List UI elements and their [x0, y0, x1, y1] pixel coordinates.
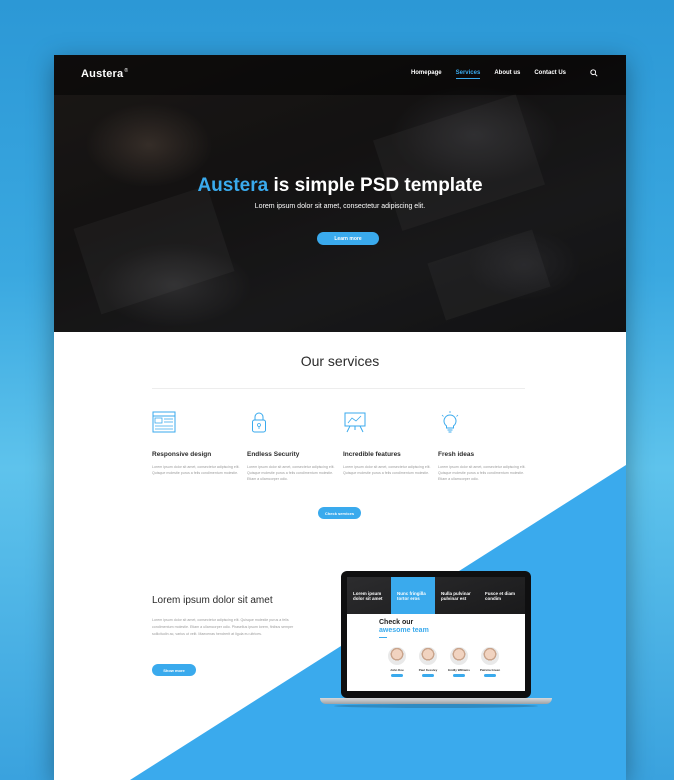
nav-link-homepage[interactable]: Homepage: [411, 70, 442, 79]
screen-column-text: Fusce et diam condim: [485, 591, 516, 601]
laptop-mockup: Lorem ipsum dolor sit amet Nunc fringill…: [341, 571, 531, 698]
hero-subtitle: Lorem ipsum dolor sit amet, consectetur …: [254, 203, 426, 210]
service-title: Fresh ideas: [438, 451, 475, 458]
services-title: Our services: [300, 353, 380, 369]
nav-link-contact-us[interactable]: Contact Us: [534, 70, 566, 79]
hero-section: Austera® Homepage Services About us Cont…: [54, 55, 626, 332]
screen-column-active: Nunc fringilla tortor eros: [391, 577, 435, 614]
screen-column-text: Nunc fringilla tortor eros: [397, 591, 426, 601]
hero-title-accent: Austera: [197, 175, 269, 196]
show-more-button[interactable]: Show more: [152, 664, 196, 676]
nav-link-about-us[interactable]: About us: [494, 70, 520, 79]
member-button: [484, 674, 496, 677]
member-name: Emilly Williams: [448, 668, 470, 672]
service-endless-security: Endless Security Lorem ipsum dolor sit a…: [247, 410, 335, 482]
service-text: Lorem ipsum dolor sit amet, consectetur …: [343, 465, 431, 475]
learn-more-button[interactable]: Learn more: [317, 232, 379, 245]
hero-title-rest: is simple PSD template: [268, 175, 483, 196]
service-title: Responsive design: [152, 451, 212, 458]
logo[interactable]: Austera®: [81, 68, 128, 80]
services-divider: [152, 388, 525, 389]
page-mockup: Austera® Homepage Services About us Cont…: [54, 55, 626, 780]
nav-link-services[interactable]: Services: [455, 70, 481, 79]
lightbulb-icon: [441, 411, 459, 433]
screen-column-text: Nulla pulvinar pulvinar est: [441, 591, 471, 601]
service-title: Incredible features: [343, 451, 401, 458]
screen-column-text: Lorem ipsum dolor sit amet: [353, 591, 383, 601]
member-name: John Doe: [390, 668, 404, 672]
team-member: Patricia Green: [476, 647, 504, 677]
logo-text: Austera: [81, 68, 124, 80]
team-member: Emilly Williams: [445, 647, 473, 677]
team-member: Paul Kessley: [414, 647, 442, 677]
team-heading: Check our awesome team: [379, 619, 429, 635]
service-text: Lorem ipsum dolor sit amet, consectetur …: [152, 465, 240, 475]
team-heading-accent: awesome team: [379, 627, 429, 634]
screen-column: Nulla pulvinar pulvinar est: [435, 577, 479, 614]
hero-title: Austera is simple PSD template: [54, 175, 626, 197]
top-navigation: Austera® Homepage Services About us Cont…: [54, 55, 626, 95]
avatar: [481, 647, 499, 665]
check-services-button[interactable]: Check services: [318, 507, 361, 519]
search-icon[interactable]: [590, 69, 598, 77]
browser-window-icon: [152, 411, 176, 433]
avatar: [419, 647, 437, 665]
nav-links: Homepage Services About us Contact Us: [411, 70, 566, 79]
team-heading-underline: [379, 637, 387, 638]
service-text: Lorem ipsum dolor sit amet, consectetur …: [438, 465, 526, 481]
team-member: John Doe: [383, 647, 411, 677]
service-text: Lorem ipsum dolor sit amet, consectetur …: [247, 465, 335, 481]
logo-registered-mark: ®: [124, 68, 129, 75]
about-text: Lorem ipsum dolor sit amet, consectetur …: [152, 618, 294, 636]
padlock-icon: [252, 412, 266, 433]
member-button: [453, 674, 465, 677]
screen-column: Fusce et diam condim: [479, 577, 523, 614]
service-title: Endless Security: [247, 451, 300, 458]
service-incredible-features: Incredible features Lorem ipsum dolor si…: [343, 410, 431, 476]
service-fresh-ideas: Fresh ideas Lorem ipsum dolor sit amet, …: [438, 410, 526, 482]
laptop-shadow: [334, 704, 538, 708]
presentation-board-icon: [344, 412, 366, 433]
about-title: Lorem ipsum dolor sit amet: [152, 595, 273, 606]
screen-column: Lorem ipsum dolor sit amet: [347, 577, 391, 614]
member-name: Patricia Green: [479, 668, 501, 672]
member-name: Paul Kessley: [418, 668, 438, 672]
avatar: [450, 647, 468, 665]
member-button: [391, 674, 403, 677]
team-heading-line1: Check our: [379, 619, 414, 626]
laptop-screen: Lorem ipsum dolor sit amet Nunc fringill…: [347, 577, 525, 691]
service-responsive-design: Responsive design Lorem ipsum dolor sit …: [152, 410, 240, 476]
member-button: [422, 674, 434, 677]
avatar: [388, 647, 406, 665]
